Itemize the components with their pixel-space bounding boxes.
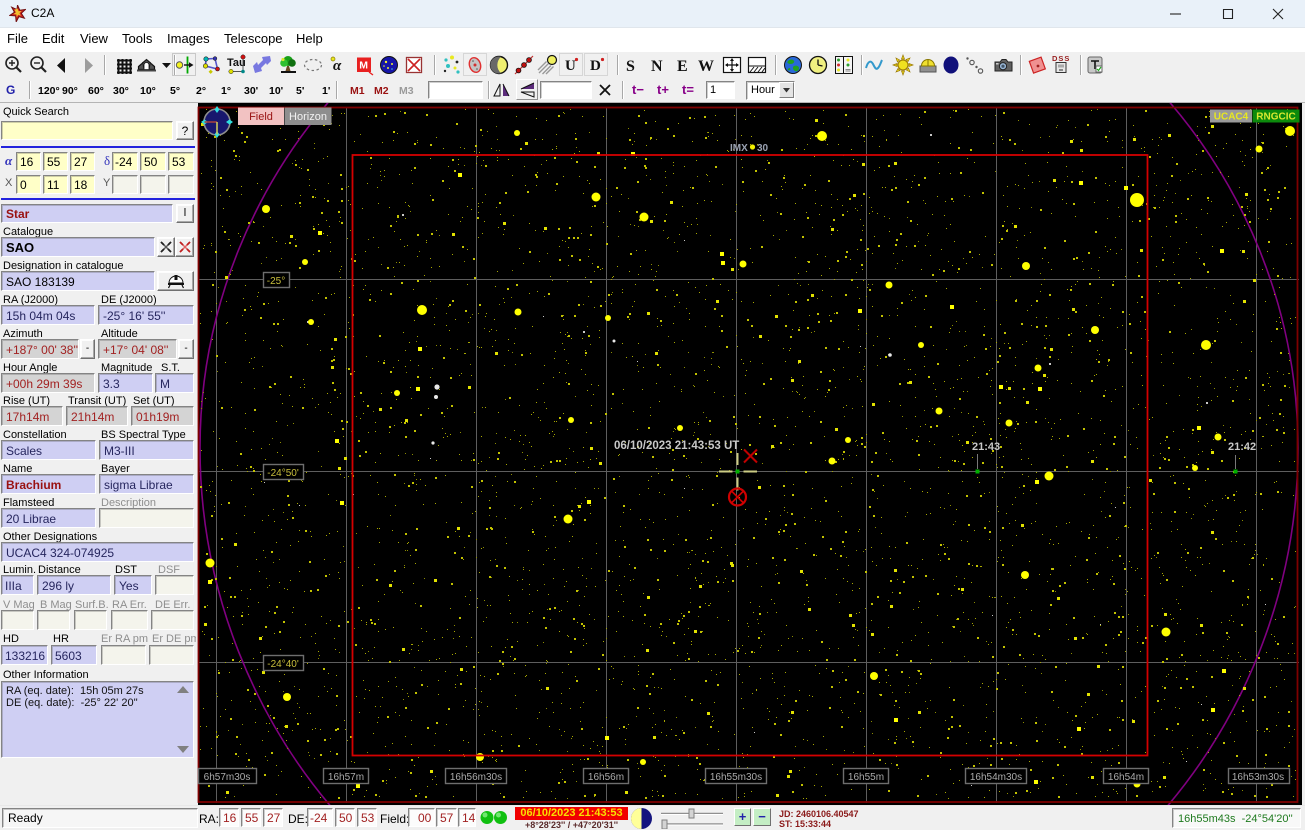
svg-text:Horizon: Horizon — [289, 111, 327, 123]
svg-text:06/10/2023 21:43:53 UT: 06/10/2023 21:43:53 UT — [614, 440, 739, 452]
svg-text:30: 30 — [757, 143, 769, 154]
svg-text:M: M — [359, 60, 368, 72]
svg-text:E: E — [677, 58, 688, 75]
svg-text:16h57m: 16h57m — [328, 772, 364, 783]
svg-text:6h57m30s: 6h57m30s — [204, 772, 251, 783]
svg-text:16h54m30s: 16h54m30s — [970, 772, 1022, 783]
svg-text:RNGCIC: RNGCIC — [1256, 112, 1295, 123]
svg-text:W: W — [698, 58, 714, 75]
svg-text:S: S — [626, 58, 635, 75]
svg-text:Field: Field — [249, 111, 273, 123]
svg-text:16h56m30s: 16h56m30s — [450, 772, 502, 783]
svg-text:21:42: 21:42 — [1228, 441, 1256, 453]
svg-text:21:43: 21:43 — [972, 441, 1000, 453]
svg-text:IMX: IMX — [730, 143, 748, 154]
svg-text:-24°50': -24°50' — [267, 468, 299, 479]
svg-text:D: D — [590, 58, 601, 74]
svg-text:-24°40': -24°40' — [267, 659, 299, 670]
svg-text:UCAC4: UCAC4 — [1214, 112, 1249, 123]
svg-text:16h56m: 16h56m — [588, 772, 624, 783]
svg-text:N: N — [651, 58, 663, 75]
svg-text:-25°: -25° — [267, 276, 285, 287]
svg-text:16h53m30s: 16h53m30s — [1232, 772, 1284, 783]
svg-text:DSS: DSS — [1052, 54, 1070, 63]
svg-text:U: U — [565, 58, 576, 74]
svg-text:16h54m: 16h54m — [1108, 772, 1144, 783]
svg-text:16h55m: 16h55m — [848, 772, 884, 783]
svg-text:16h55m30s: 16h55m30s — [710, 772, 762, 783]
